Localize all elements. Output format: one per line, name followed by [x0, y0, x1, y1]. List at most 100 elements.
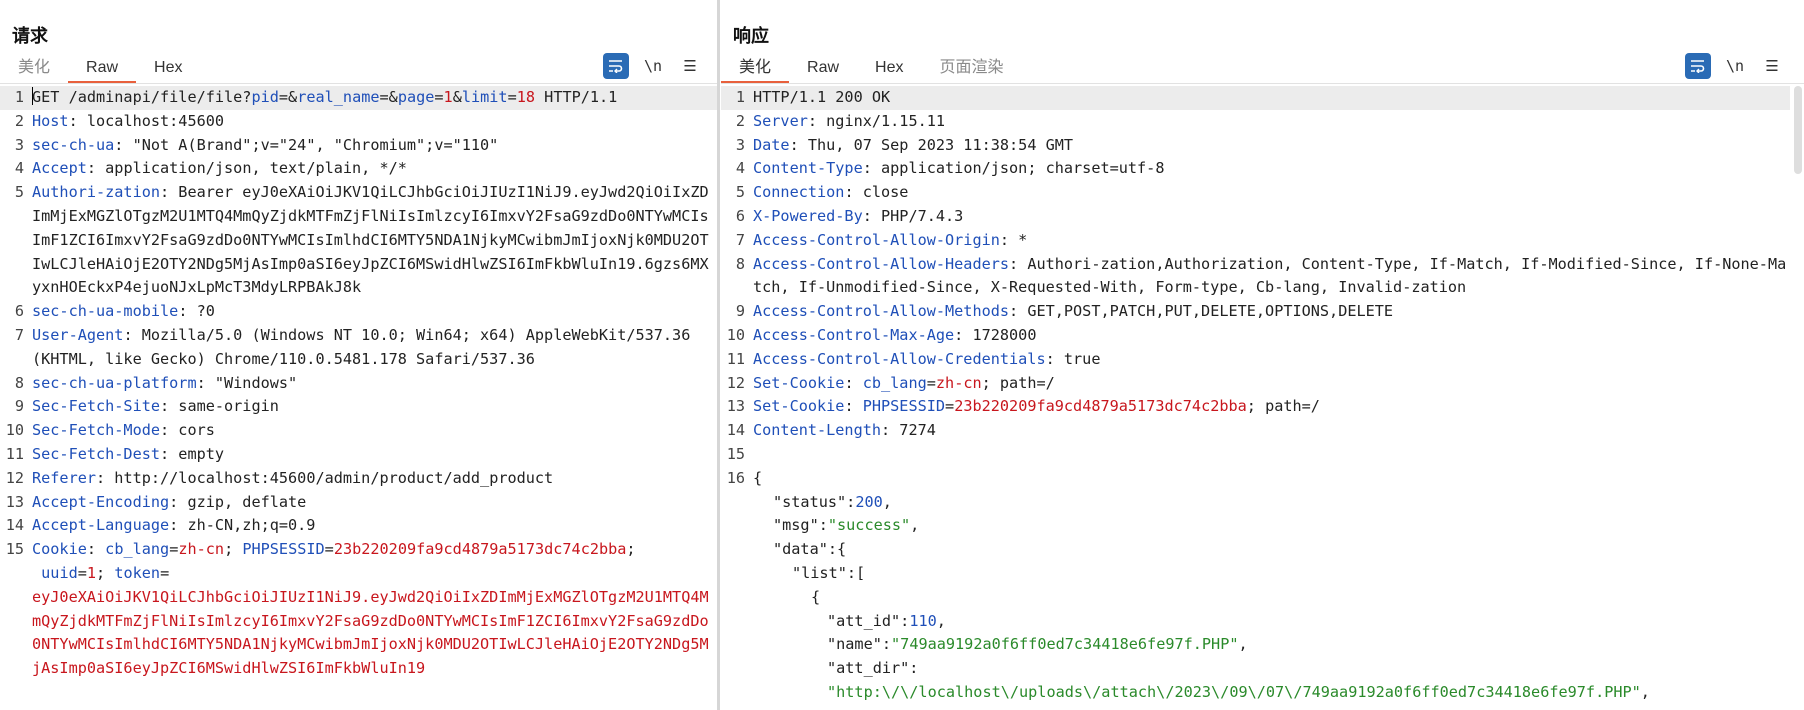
header-value: : empty — [160, 444, 225, 463]
response-tab-raw[interactable]: Raw — [789, 56, 857, 82]
response-line-16: 16{ — [721, 467, 1790, 491]
header-key: Content-Type — [753, 159, 863, 178]
json-key: "status" — [773, 492, 847, 511]
header-key: sec-ch-ua-platform — [32, 373, 197, 392]
request-title: 请求 — [12, 26, 48, 46]
response-tab-pretty[interactable]: 美化 — [721, 56, 790, 84]
request-tabs-underline — [0, 83, 717, 84]
header-key: Set-Cookie — [753, 373, 845, 392]
header-key: Access-Control-Allow-Credentials — [753, 349, 1046, 368]
cookie-key: cb_lang — [862, 373, 927, 392]
response-tab-render[interactable]: 页面渲染 — [921, 56, 1021, 82]
param-key: limit — [461, 88, 508, 106]
response-scrollbar[interactable] — [1794, 86, 1802, 174]
header-key: Authori-zation — [32, 183, 161, 202]
request-line-13: 13 Accept-Encoding: gzip, deflate — [5, 492, 307, 511]
json-key: "data" — [773, 540, 828, 559]
header-value: : "Windows" — [196, 373, 298, 392]
header-key: Content-Length — [753, 421, 882, 440]
header-value: : PHP/7.4.3 — [862, 206, 964, 225]
response-line-14: 14 Content-Length: 7274 — [726, 421, 936, 440]
header-value: : 1728000 — [954, 325, 1037, 344]
cookie-key: cb_lang — [105, 540, 170, 559]
json-line: "data":{ — [773, 540, 847, 559]
request-editor[interactable]: 1 GET /adminapi/file/file?pid=&real_name… — [0, 86, 717, 710]
cookie-value: zh-cn — [178, 540, 225, 559]
header-key: Server — [753, 111, 808, 130]
header-key: Access-Control-Allow-Origin — [753, 230, 1000, 249]
header-key: Accept — [32, 159, 87, 178]
wrap-lines-icon[interactable] — [1685, 53, 1711, 79]
request-tab-pretty[interactable]: 美化 — [0, 56, 68, 82]
header-key: Cookie — [32, 540, 87, 559]
request-line-1: 1 GET /adminapi/file/file?pid=&real_name… — [0, 86, 717, 110]
json-key: "att_id" — [827, 611, 901, 630]
response-tabs-underline — [721, 83, 1804, 84]
json-number: 110 — [909, 611, 937, 630]
cookie-value: 23b220209fa9cd4879a5173dc74c2bba — [333, 540, 627, 559]
header-key: Sec-Fetch-Site — [32, 397, 161, 416]
header-key: Access-Control-Allow-Headers — [753, 254, 1010, 273]
header-key: sec-ch-ua-mobile — [32, 302, 179, 321]
response-pane: 响应 美化 Raw Hex 页面渲染 \n ☰ 1 HTTP/1.1 200 OK… — [721, 0, 1804, 710]
header-key: Date — [753, 135, 790, 154]
param-key: page — [397, 88, 435, 106]
newline-toggle[interactable]: \n — [1722, 53, 1748, 79]
header-value: : GET,POST,PATCH,PUT,DELETE,OPTIONS,DELE… — [1009, 302, 1394, 321]
param-key: pid — [251, 88, 279, 106]
wrap-lines-icon[interactable] — [603, 53, 629, 79]
json-line: "att_id":110, — [827, 611, 946, 630]
json-key: "msg" — [773, 516, 819, 535]
json-string: "http:\/\/localhost\/uploads\/attach\/20… — [827, 682, 1641, 701]
response-line-15: 15 — [726, 444, 745, 463]
header-key: Connection — [753, 183, 845, 202]
response-tab-hex[interactable]: Hex — [857, 56, 921, 82]
json-line: "list":[ — [792, 563, 866, 582]
request-tab-raw[interactable]: Raw — [68, 56, 137, 84]
response-line-1: 1 HTTP/1.1 200 OK — [721, 86, 1790, 110]
menu-icon[interactable]: ☰ — [1759, 53, 1785, 79]
header-key: Access-Control-Max-Age — [753, 325, 955, 344]
header-key: Host — [32, 111, 69, 130]
json-line: "msg":"success", — [773, 516, 920, 535]
json-key: "name" — [827, 635, 882, 654]
header-value: : cors — [160, 421, 215, 440]
json-line: "status":200, — [773, 492, 892, 511]
request-line-5: 5 Authori-zation: Bearer eyJ0eXAiOiJKV1Qi… — [14, 183, 709, 297]
response-editor[interactable]: 1 HTTP/1.1 200 OK 2 Server: nginx/1.15.11 … — [721, 86, 1790, 710]
request-pane: 请求 美化 Raw Hex \n ☰ 1 GET /adminapi/file/… — [0, 0, 717, 710]
header-value: : application/json, text/plain, */* — [86, 159, 407, 178]
request-line-14: 14 Accept-Language: zh-CN,zh;q=0.9 — [5, 516, 316, 535]
cookie-key: uuid — [32, 563, 78, 582]
header-key: Sec-Fetch-Dest — [32, 444, 161, 463]
json-line: "http:\/\/localhost\/uploads\/attach\/20… — [827, 682, 1650, 701]
header-key: Accept-Encoding — [32, 492, 170, 511]
response-line-4: 4 Content-Type: application/json; charset… — [735, 159, 1165, 178]
response-line-10: 10 Access-Control-Max-Age: 1728000 — [726, 325, 1037, 344]
json-string: "749aa9192a0f6ff0ed7c34418e6fe97f.PHP" — [891, 635, 1239, 654]
header-value: : nginx/1.15.11 — [807, 111, 946, 130]
request-line-15: 15 Cookie: cb_lang=zh-cn; PHPSESSID=23b22… — [5, 540, 709, 678]
header-value: : 7274 — [881, 421, 936, 440]
header-value: : ?0 — [178, 302, 215, 321]
cookie-key: PHPSESSID — [862, 397, 946, 416]
param-value: 1 — [443, 88, 453, 106]
cookie-key: PHPSESSID — [242, 540, 325, 559]
request-line-11: 11 Sec-Fetch-Dest: empty — [5, 444, 225, 463]
header-value: : same-origin — [160, 397, 279, 416]
header-value: : localhost:45600 — [68, 111, 225, 130]
json-line: "att_dir": — [827, 659, 919, 678]
newline-toggle[interactable]: \n — [640, 53, 666, 79]
json-line: { — [811, 587, 821, 606]
response-line-3: 3 Date: Thu, 07 Sep 2023 11:38:54 GMT — [735, 135, 1074, 154]
request-line-12: 12 Referer: http://localhost:45600/admin/… — [5, 468, 554, 487]
header-value: : Thu, 07 Sep 2023 11:38:54 GMT — [789, 135, 1074, 154]
response-line-11: 11 Access-Control-Allow-Credentials: true — [726, 349, 1101, 368]
request-tab-hex[interactable]: Hex — [136, 56, 200, 82]
response-line-7: 7 Access-Control-Allow-Origin: * — [735, 230, 1028, 249]
menu-icon[interactable]: ☰ — [677, 53, 703, 79]
cookie-value: zh-cn — [935, 373, 982, 392]
response-line-6: 6 X-Powered-By: PHP/7.4.3 — [735, 206, 964, 225]
pane-divider[interactable] — [717, 0, 720, 710]
request-line-2: 2 Host: localhost:45600 — [14, 111, 225, 130]
